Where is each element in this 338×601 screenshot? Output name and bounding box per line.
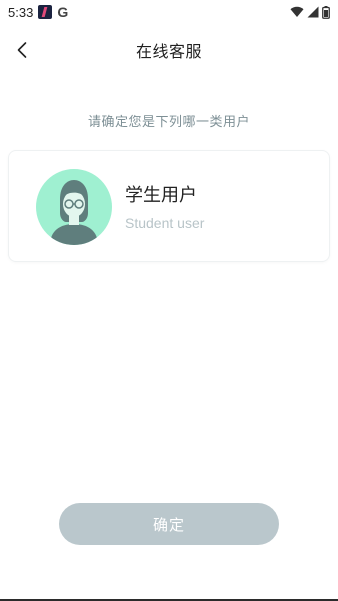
status-left: 5:33 G bbox=[8, 4, 68, 20]
confirm-button[interactable]: 确定 bbox=[59, 503, 279, 545]
wifi-icon bbox=[290, 6, 304, 17]
header: 在线客服 bbox=[0, 28, 338, 72]
google-icon: G bbox=[57, 4, 69, 20]
back-button[interactable] bbox=[8, 34, 36, 66]
status-bar: 5:33 G bbox=[0, 0, 338, 24]
customer-service-screen: 5:33 G 在线客服 请确定您是下列哪一类用户 学生用户 Student us… bbox=[0, 0, 338, 601]
status-time: 5:33 bbox=[8, 4, 34, 20]
page-title: 在线客服 bbox=[135, 42, 202, 61]
status-right bbox=[290, 5, 330, 19]
signal-icon bbox=[307, 6, 319, 18]
notification-app-icon bbox=[38, 5, 53, 19]
student-user-texts: 学生用户 Student user bbox=[125, 181, 204, 231]
student-user-subtitle: Student user bbox=[125, 215, 205, 231]
chevron-left-icon bbox=[17, 42, 27, 58]
student-user-card[interactable]: 学生用户 Student user bbox=[8, 150, 330, 262]
battery-icon bbox=[322, 5, 330, 19]
student-avatar-icon bbox=[36, 169, 112, 245]
student-user-title: 学生用户 bbox=[125, 185, 197, 206]
user-type-prompt: 请确定您是下列哪一类用户 bbox=[87, 115, 250, 130]
